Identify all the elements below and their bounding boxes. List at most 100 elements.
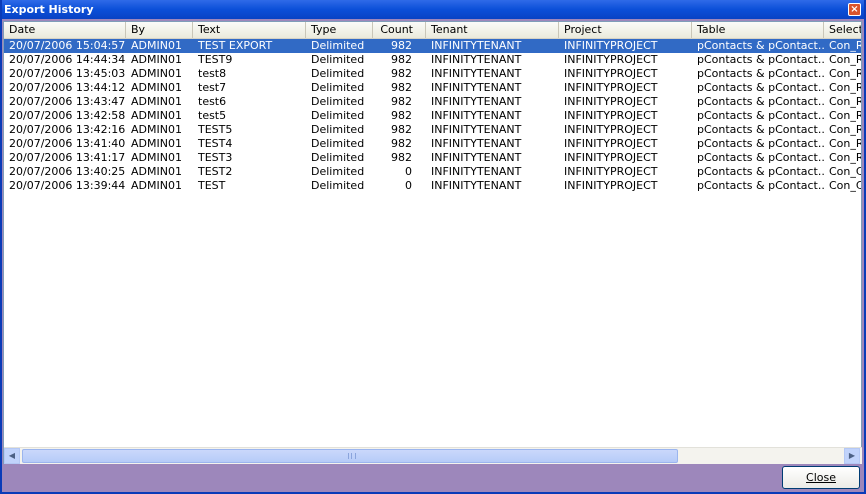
table-row[interactable]: 20/07/2006 13:41:17 ADMIN01 TEST3 Delimited… (4, 151, 861, 165)
cell-date: 20/07/2006 13:39:44 (9, 179, 126, 192)
table-row[interactable]: 20/07/2006 15:04:57 ADMIN01 TEST EXPORT Del… (4, 39, 861, 53)
cell-date: 20/07/2006 13:43:47 (9, 95, 126, 108)
close-button[interactable]: Close (782, 466, 860, 489)
cell-count: 982 (391, 123, 412, 136)
column-header-project[interactable]: Project (559, 22, 692, 38)
cell-count: 0 (405, 165, 412, 178)
cell-type: Delimited (311, 95, 365, 108)
cell-tenant: INFINITYTENANT (431, 165, 522, 178)
cell-count: 0 (405, 179, 412, 192)
column-header-table[interactable]: Table (692, 22, 824, 38)
horizontal-scrollbar[interactable]: ◀ ▶ (4, 447, 862, 464)
cell-table: pContacts & pContact... (697, 151, 824, 164)
cell-count: 982 (391, 151, 412, 164)
cell-by: ADMIN01 (131, 39, 182, 52)
table-row[interactable]: 20/07/2006 14:44:34 ADMIN01 TEST9 Delimited… (4, 53, 861, 67)
cell-date: 20/07/2006 13:42:16 (9, 123, 126, 136)
column-header-selection[interactable]: Selectio (824, 22, 861, 38)
cell-date: 20/07/2006 13:44:12 (9, 81, 126, 94)
table-row[interactable]: 20/07/2006 13:44:12 ADMIN01 test7 Delimited… (4, 81, 861, 95)
cell-by: ADMIN01 (131, 151, 182, 164)
cell-tenant: INFINITYTENANT (431, 95, 522, 108)
cell-selection: Con_Re (829, 137, 861, 150)
column-header-count[interactable]: Count (373, 22, 426, 38)
cell-by: ADMIN01 (131, 53, 182, 66)
cell-project: INFINITYPROJECT (564, 123, 658, 136)
cell-tenant: INFINITYTENANT (431, 39, 522, 52)
cell-table: pContacts & pContact... (697, 53, 824, 66)
close-icon[interactable]: × (848, 3, 861, 16)
cell-table: pContacts & pContact... (697, 179, 824, 192)
column-header-tenant[interactable]: Tenant (426, 22, 559, 38)
cell-tenant: INFINITYTENANT (431, 137, 522, 150)
column-header-date[interactable]: Date (4, 22, 126, 38)
cell-by: ADMIN01 (131, 123, 182, 136)
cell-selection: Con_Re (829, 81, 861, 94)
cell-type: Delimited (311, 67, 365, 80)
cell-selection: Con_Re (829, 109, 861, 122)
cell-project: INFINITYPROJECT (564, 39, 658, 52)
cell-date: 20/07/2006 14:44:34 (9, 53, 126, 66)
cell-text: test8 (198, 67, 227, 80)
cell-date: 20/07/2006 13:41:40 (9, 137, 126, 150)
cell-by: ADMIN01 (131, 109, 182, 122)
cell-type: Delimited (311, 39, 365, 52)
cell-by: ADMIN01 (131, 67, 182, 80)
column-header-by[interactable]: By (126, 22, 193, 38)
cell-project: INFINITYPROJECT (564, 165, 658, 178)
cell-selection: Con_Re (829, 151, 861, 164)
table-row[interactable]: 20/07/2006 13:40:25 ADMIN01 TEST2 Delimited… (4, 165, 861, 179)
cell-count: 982 (391, 137, 412, 150)
cell-table: pContacts & pContact... (697, 81, 824, 94)
cell-tenant: INFINITYTENANT (431, 67, 522, 80)
cell-text: TEST5 (198, 123, 233, 136)
cell-table: pContacts & pContact... (697, 123, 824, 136)
export-history-list[interactable]: Date By Text Type Count Tenant Project T… (3, 21, 862, 464)
cell-type: Delimited (311, 53, 365, 66)
table-row[interactable]: 20/07/2006 13:39:44 ADMIN01 TEST Delimited 0… (4, 179, 861, 193)
cell-selection: Con_Ca (829, 165, 861, 178)
cell-type: Delimited (311, 81, 365, 94)
table-row[interactable]: 20/07/2006 13:41:40 ADMIN01 TEST4 Delimited… (4, 137, 861, 151)
cell-by: ADMIN01 (131, 137, 182, 150)
cell-date: 20/07/2006 15:04:57 (9, 39, 126, 52)
cell-selection: Con_Re (829, 39, 861, 52)
window-title: Export History (4, 3, 94, 16)
table-row[interactable]: 20/07/2006 13:45:03 ADMIN01 test8 Delimited… (4, 67, 861, 81)
cell-table: pContacts & pContact... (697, 67, 824, 80)
cell-type: Delimited (311, 123, 365, 136)
cell-text: TEST EXPORT (198, 39, 273, 52)
cell-date: 20/07/2006 13:45:03 (9, 67, 126, 80)
table-row[interactable]: 20/07/2006 13:42:58 ADMIN01 test5 Delimited… (4, 109, 861, 123)
grip-icon (348, 453, 356, 459)
cell-text: TEST3 (198, 151, 233, 164)
cell-by: ADMIN01 (131, 165, 182, 178)
cell-project: INFINITYPROJECT (564, 95, 658, 108)
cell-project: INFINITYPROJECT (564, 151, 658, 164)
cell-text: test5 (198, 109, 227, 122)
cell-table: pContacts & pContact... (697, 165, 824, 178)
scroll-right-icon[interactable]: ▶ (844, 448, 860, 464)
table-row[interactable]: 20/07/2006 13:43:47 ADMIN01 test6 Delimited… (4, 95, 861, 109)
title-bar[interactable]: Export History × (2, 0, 864, 19)
cell-project: INFINITYPROJECT (564, 179, 658, 192)
scrollbar-thumb[interactable] (22, 449, 678, 463)
cell-selection: Con_Re (829, 123, 861, 136)
cell-count: 982 (391, 39, 412, 52)
cell-project: INFINITYPROJECT (564, 137, 658, 150)
cell-by: ADMIN01 (131, 179, 182, 192)
column-header-type[interactable]: Type (306, 22, 373, 38)
list-header: Date By Text Type Count Tenant Project T… (4, 22, 861, 39)
cell-date: 20/07/2006 13:42:58 (9, 109, 126, 122)
scroll-left-icon[interactable]: ◀ (4, 448, 20, 464)
cell-text: test7 (198, 81, 227, 94)
cell-type: Delimited (311, 151, 365, 164)
cell-by: ADMIN01 (131, 81, 182, 94)
table-row[interactable]: 20/07/2006 13:42:16 ADMIN01 TEST5 Delimited… (4, 123, 861, 137)
cell-tenant: INFINITYTENANT (431, 179, 522, 192)
column-header-text[interactable]: Text (193, 22, 306, 38)
cell-count: 982 (391, 67, 412, 80)
cell-tenant: INFINITYTENANT (431, 53, 522, 66)
cell-type: Delimited (311, 179, 365, 192)
cell-date: 20/07/2006 13:40:25 (9, 165, 126, 178)
